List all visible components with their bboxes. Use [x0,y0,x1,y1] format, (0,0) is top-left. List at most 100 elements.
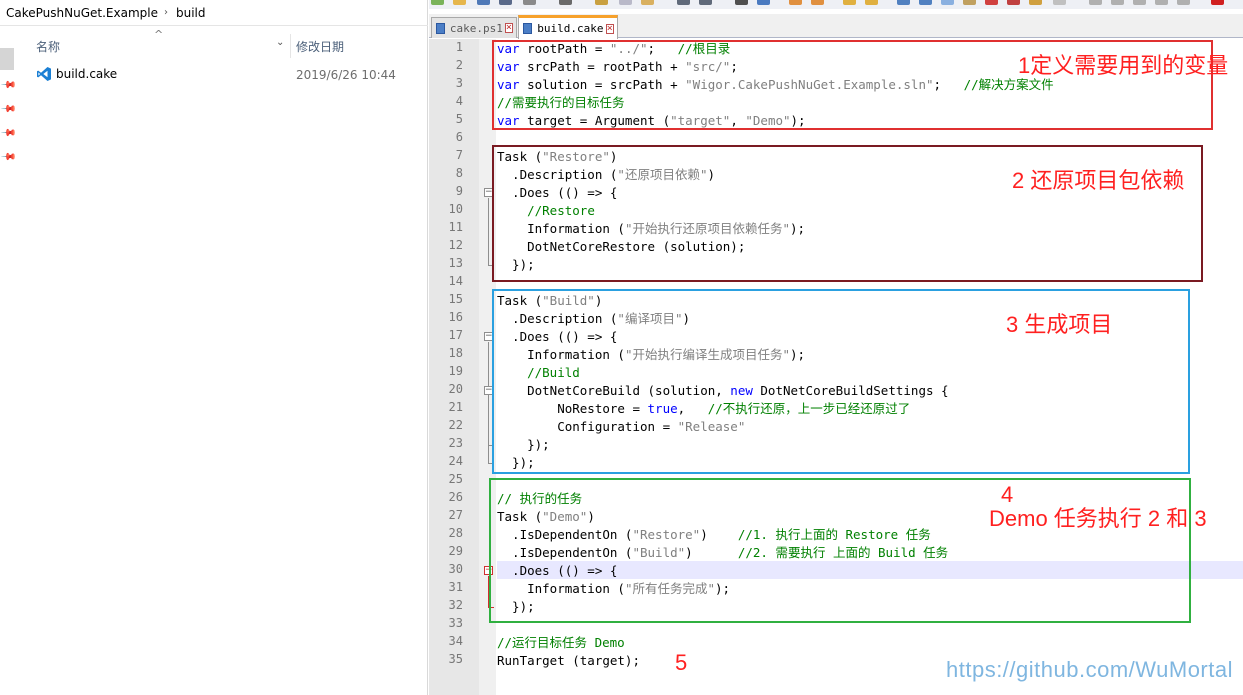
line-number: 6 [455,130,463,144]
chevron-down-icon[interactable]: ⌄ [276,37,284,48]
line-number: 25 [448,472,463,486]
line-number: 14 [448,274,463,288]
file-name: build.cake [56,67,118,81]
line-number: 35 [448,652,463,666]
close-x-icon[interactable] [1211,0,1224,5]
doc-map-icon[interactable] [985,0,998,5]
sync-v-icon[interactable] [843,0,856,5]
zoom-out-icon[interactable] [811,0,824,5]
breadcrumb-item[interactable]: build [176,6,206,20]
code-token: //运行目标任务 Demo [497,635,625,650]
vscode-icon [37,67,51,81]
tab-build-cake[interactable]: build.cake × [518,15,618,39]
wrap-icon[interactable] [897,0,910,5]
redo-icon[interactable] [699,0,712,5]
screenshot: CakePushNuGet.Example › build 📌 📌 📌 📌 名称… [0,0,1243,695]
show-all-icon[interactable] [919,0,932,5]
udl-icon[interactable] [963,0,976,5]
line-number: 28 [448,526,463,540]
line-number: 30 [448,562,463,576]
github-watermark: https://github.com/WuMortal [946,657,1233,682]
fold-line [488,396,489,445]
line-number: 15 [448,292,463,306]
paste-icon[interactable] [641,0,654,5]
annotation-5: 5 [675,650,688,675]
line-number: 20 [448,382,463,396]
folder-workspace-icon[interactable] [1029,0,1042,5]
line-number: 8 [455,166,463,180]
play-icon[interactable] [1133,0,1146,5]
annotation-4-text: Demo 任务执行 2 和 3 [989,506,1207,531]
column-divider[interactable] [290,34,291,58]
fold-line [488,198,489,265]
line-number: 21 [448,400,463,414]
open-file-icon[interactable] [453,0,466,5]
annotation-1: 1定义需要用到的变量 [1018,53,1229,78]
column-modified-header[interactable]: 修改日期 [296,38,344,55]
column-header: 名称 ^ ⌄ 修改日期 [18,28,428,58]
line-number: 2 [455,58,463,72]
line-number: 31 [448,580,463,594]
undo-icon[interactable] [677,0,690,5]
close-icon[interactable]: × [504,23,513,33]
replace-icon[interactable] [757,0,770,5]
tab-label: build.cake [537,22,604,35]
line-number: 18 [448,346,463,360]
pin-icon[interactable]: 📌 [0,77,17,94]
close-icon[interactable] [523,0,536,5]
code-line: //运行目标任务 Demo [497,634,625,652]
line-number: 16 [448,310,463,324]
column-name-header[interactable]: 名称 [36,38,60,55]
file-save-icon [523,23,533,34]
tab-label: cake.ps1 [449,21,503,35]
breadcrumb: CakePushNuGet.Example › build [0,0,428,26]
pin-icon[interactable]: 📌 [0,149,17,166]
line-number: 10 [448,202,463,216]
line-number: 9 [455,184,463,198]
save-all-icon[interactable] [499,0,512,5]
sync-h-icon[interactable] [865,0,878,5]
code-editor: cake.ps1 × build.cake × 1 2 3 4 5 6 7 8 9 10 11 12 1… [429,0,1243,695]
line-number: 27 [448,508,463,522]
sort-ascending-icon: ^ [154,28,164,41]
line-number: 32 [448,598,463,612]
annotation-box-demo [489,478,1191,623]
cut-icon[interactable] [595,0,608,5]
new-file-icon[interactable] [431,0,444,5]
file-save-icon [436,22,445,34]
save-icon[interactable] [477,0,490,5]
line-number: 26 [448,490,463,504]
close-icon[interactable]: × [605,23,614,34]
stop-icon[interactable] [1111,0,1124,5]
line-number: 5 [455,112,463,126]
save-macro-icon[interactable] [1177,0,1190,5]
pin-icon[interactable]: 📌 [0,125,17,142]
line-number: 7 [455,148,463,162]
code-line: RunTarget (target); [497,652,640,670]
line-number: 13 [448,256,463,270]
file-modified-date: 2019/6/26 10:44 [296,68,396,82]
function-list-icon[interactable] [1007,0,1020,5]
line-number: 19 [448,364,463,378]
tab-bar: cake.ps1 × build.cake × [429,14,1243,39]
zoom-in-icon[interactable] [789,0,802,5]
line-number: 1 [455,40,463,54]
play-multiple-icon[interactable] [1155,0,1168,5]
copy-icon[interactable] [619,0,632,5]
annotation-3: 3 生成项目 [1006,312,1113,337]
line-number: 11 [448,220,463,234]
tab-cake-ps1[interactable]: cake.ps1 × [431,17,517,38]
pin-icon[interactable]: 📌 [0,101,17,118]
nav-selected-item[interactable] [0,48,14,70]
line-number: 23 [448,436,463,450]
monitor-icon[interactable] [1053,0,1066,5]
record-icon[interactable] [1089,0,1102,5]
print-icon[interactable] [559,0,572,5]
annotation-2: 2 还原项目包依赖 [1012,168,1185,193]
chevron-right-icon[interactable]: › [164,7,168,18]
find-icon[interactable] [735,0,748,5]
indent-guide-icon[interactable] [941,0,954,5]
navigation-pane: 📌 📌 📌 📌 [0,26,17,695]
breadcrumb-item[interactable]: CakePushNuGet.Example [6,6,158,20]
file-row[interactable]: build.cake 2019/6/26 10:44 [18,64,418,86]
